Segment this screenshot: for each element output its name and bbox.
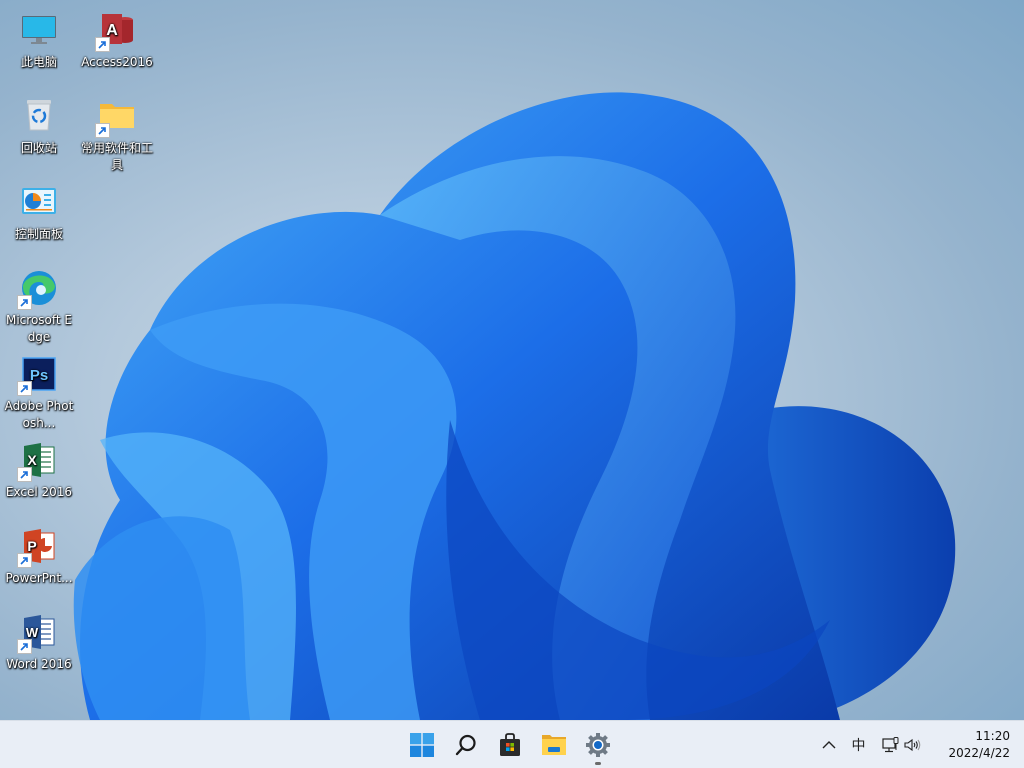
running-indicator: [595, 762, 601, 765]
windows-logo-icon: [410, 733, 434, 757]
shortcut-arrow-icon: [17, 639, 32, 654]
volume-button[interactable]: [902, 721, 924, 768]
shortcut-arrow-icon: [17, 553, 32, 568]
desktop-icon-control-panel[interactable]: 控制面板: [1, 176, 77, 243]
ime-label: 中: [851, 738, 866, 754]
edge-icon: [17, 268, 59, 310]
volume-icon: [904, 738, 921, 752]
shortcut-arrow-icon: [17, 295, 32, 310]
recycle-bin-icon: [19, 96, 59, 136]
desktop-icon-label: Excel 2016: [5, 485, 73, 499]
desktop-icon-access[interactable]: A Access2016: [79, 4, 155, 71]
desktop-icon-label: PowerPnt...: [5, 571, 73, 585]
desktop-icon-label: Word 2016: [6, 657, 72, 671]
network-icon: [882, 737, 899, 753]
search-button[interactable]: [448, 725, 484, 765]
shortcut-arrow-icon: [17, 467, 32, 482]
this-pc-icon: [19, 10, 59, 50]
shortcut-arrow-icon: [17, 381, 32, 396]
photoshop-icon: Ps: [17, 354, 59, 396]
desktop-icon-recycle-bin[interactable]: 回收站: [1, 90, 77, 157]
file-explorer-button[interactable]: [536, 725, 572, 765]
desktop-icon-label: Microsoft Edge: [5, 313, 72, 344]
search-icon: [455, 734, 476, 756]
clock-date: 2022/4/22: [948, 746, 1010, 760]
desktop-icon-label: 常用软件和工具: [81, 141, 154, 172]
desktop-icon-label: 控制面板: [14, 227, 63, 241]
desktop-icon-label: 回收站: [20, 141, 57, 155]
svg-text:Ps: Ps: [30, 367, 48, 384]
taskbar: 中 11:20 2022/4/22: [0, 720, 1024, 768]
desktop-icon-edge[interactable]: Microsoft Edge: [1, 262, 77, 346]
desktop-icon-photoshop[interactable]: Ps Adobe Photosh...: [1, 348, 77, 432]
svg-text:X: X: [27, 452, 37, 468]
shortcut-arrow-icon: [95, 123, 110, 138]
svg-text:W: W: [26, 625, 39, 640]
desktop-icon-excel[interactable]: X Excel 2016: [1, 434, 77, 501]
clock-time: 11:20: [975, 729, 1010, 743]
desktop-icon-this-pc[interactable]: 此电脑: [1, 4, 77, 71]
access-icon: A: [95, 10, 137, 52]
desktop-icon-label: Access2016: [81, 55, 153, 69]
desktop-icon-label: Adobe Photosh...: [4, 399, 74, 430]
store-icon: [500, 733, 520, 756]
system-tray: 中 11:20 2022/4/22: [816, 721, 1024, 768]
network-button[interactable]: [880, 721, 902, 768]
folder-icon: [95, 96, 137, 138]
shortcut-arrow-icon: [95, 37, 110, 52]
start-button[interactable]: [404, 725, 440, 765]
chevron-up-icon: [822, 741, 836, 749]
gear-icon: [586, 733, 610, 757]
settings-button[interactable]: [580, 725, 616, 765]
desktop[interactable]: 此电脑 A Access2016 回收站 常用软件和工具 控制面板 Micros: [0, 0, 1024, 720]
word-icon: W: [17, 612, 59, 654]
input-method-indicator[interactable]: 中: [842, 721, 874, 768]
taskbar-apps: [404, 721, 616, 768]
show-hidden-icons-button[interactable]: [816, 721, 842, 768]
powerpoint-icon: P: [17, 526, 59, 568]
folder-icon: [542, 735, 566, 755]
desktop-icon-folder[interactable]: 常用软件和工具: [79, 90, 155, 174]
clock[interactable]: 11:20 2022/4/22: [938, 728, 1024, 762]
desktop-icon-label: 此电脑: [20, 55, 57, 69]
store-button[interactable]: [492, 725, 528, 765]
desktop-icon-word[interactable]: W Word 2016: [1, 606, 77, 673]
desktop-icon-powerpoint[interactable]: P PowerPnt...: [1, 520, 77, 587]
control-panel-icon: [19, 182, 59, 222]
excel-icon: X: [17, 440, 59, 482]
svg-text:P: P: [27, 538, 36, 554]
